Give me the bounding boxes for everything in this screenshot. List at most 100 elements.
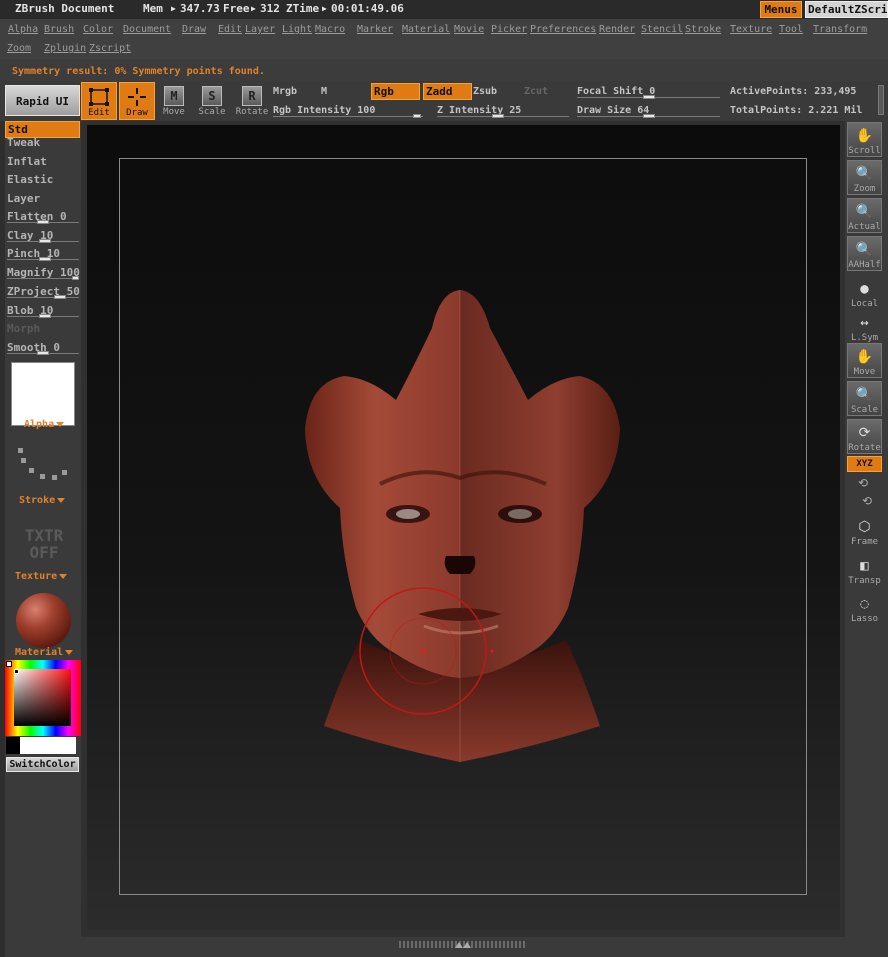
menu-zoom[interactable]: Zoom [7,43,31,54]
smooth-knob[interactable] [37,351,49,355]
brush-layer[interactable]: Layer [7,192,40,205]
rapid-ui-button[interactable]: Rapid UI [5,85,80,116]
hue-cursor[interactable] [6,661,12,667]
menu-marker[interactable]: Marker [357,24,393,35]
focal-shift-knob[interactable] [643,95,655,99]
frame-button[interactable]: ⬡ Frame [847,514,882,549]
menu-transform[interactable]: Transform [813,24,867,35]
zproject-track[interactable] [7,297,79,298]
primary-color-swatch[interactable] [20,737,76,754]
zoom-button[interactable]: 🔍 Zoom [847,160,882,195]
magnify-track[interactable] [7,278,79,279]
bottom-tray[interactable] [81,937,845,957]
menu-stencil[interactable]: Stencil [641,24,683,35]
local-button[interactable]: ● Local [847,276,882,311]
magnify-knob[interactable] [72,276,79,280]
menu-stroke[interactable]: Stroke [685,24,721,35]
blob-knob[interactable] [39,314,51,318]
rgb-intensity-track[interactable] [273,116,423,117]
scale-view-button[interactable]: 🔍 Scale [847,381,882,416]
edit-button[interactable]: Edit [81,82,117,120]
menu-zplugin[interactable]: Zplugin [44,43,86,54]
menu-document[interactable]: Document [123,24,171,35]
z-rotation-icon[interactable]: ⟲ [862,494,872,508]
zcut-button[interactable]: Zcut [524,86,548,97]
brush-inflat[interactable]: Inflat [7,155,47,168]
scale-button[interactable]: S Scale [194,82,230,120]
z-intensity-knob[interactable] [492,114,504,118]
actual-button[interactable]: 🔍 Actual [847,198,882,233]
chevron-up-icon[interactable] [453,940,473,949]
alpha-picker[interactable]: Alpha [24,419,65,430]
clay-knob[interactable] [39,239,51,243]
pinch-knob[interactable] [39,257,51,261]
menu-color[interactable]: Color [83,24,113,35]
move-view-button[interactable]: ✋ Move [847,343,882,378]
zsub-button[interactable]: Zsub [473,86,497,97]
transp-button[interactable]: ◧ Transp [847,553,882,588]
move-button[interactable]: M Move [156,82,192,120]
z-intensity-slider[interactable]: Z Intensity 25 [437,105,521,116]
stroke-dot [29,468,34,473]
zadd-button[interactable]: Zadd [423,83,472,100]
rotate-view-button[interactable]: ⟳ Rotate [847,419,882,454]
menu-alpha[interactable]: Alpha [8,24,38,35]
sculpt-model[interactable] [300,288,625,768]
color-cursor[interactable] [14,669,19,674]
menu-layer[interactable]: Layer [245,24,275,35]
material-sphere[interactable] [16,593,71,648]
menu-texture[interactable]: Texture [730,24,772,35]
brush-morph[interactable]: Morph [7,322,40,335]
rgb-intensity-knob[interactable] [413,114,421,118]
move-label: Move [163,107,185,117]
menu-light[interactable]: Light [282,24,312,35]
left-tray-edge[interactable] [0,121,5,957]
menu-render[interactable]: Render [599,24,635,35]
menu-tool[interactable]: Tool [779,24,803,35]
rotate-view-label: Rotate [848,443,881,453]
texture-off-thumbnail[interactable]: TXTR OFF [18,527,70,561]
menu-draw[interactable]: Draw [182,24,206,35]
menu-movie[interactable]: Movie [454,24,484,35]
menus-button[interactable]: Menus [760,1,802,18]
menu-macro[interactable]: Macro [315,24,345,35]
rotate-button[interactable]: R Rotate [234,82,270,120]
right-shelf-scrollbar[interactable] [878,85,884,115]
xyz-rotation-button[interactable]: XYZ [847,456,882,472]
lasso-button[interactable]: ◌ Lasso [847,591,882,626]
alpha-swatch[interactable] [11,362,75,426]
lsym-button[interactable]: ↔ L.Sym [847,310,882,345]
menu-zscript[interactable]: Zscript [89,43,131,54]
switch-color-button[interactable]: SwitchColor [6,757,79,772]
stroke-picker[interactable]: Stroke [19,495,66,506]
menu-material[interactable]: Material [402,24,450,35]
draw-size-slider[interactable]: Draw Size 64 [577,105,649,116]
secondary-color-swatch[interactable] [6,737,20,754]
draw-button[interactable]: Draw [119,82,155,120]
menu-picker[interactable]: Picker [491,24,527,35]
menu-preferences[interactable]: Preferences [530,24,596,35]
material-picker[interactable]: Material [15,647,74,658]
aahalf-button[interactable]: 🔍 AAHalf [847,236,882,271]
draw-size-knob[interactable] [643,114,655,118]
y-rotation-icon[interactable]: ⟲ [858,476,868,490]
color-saturation-square[interactable] [14,669,71,726]
mrgb-button[interactable]: Mrgb [273,86,297,97]
zproject-knob[interactable] [54,295,66,299]
brush-tweak[interactable]: Tweak [7,136,40,149]
rotate-icon: ⟳ [858,425,871,441]
brush-elastic[interactable]: Elastic [7,173,53,186]
menu-edit[interactable]: Edit [218,24,242,35]
m-button[interactable]: M [321,86,327,97]
menu-brush[interactable]: Brush [44,24,74,35]
scroll-button[interactable]: ✋ Scroll [847,122,882,157]
texture-picker[interactable]: Texture [15,571,68,582]
stroke-preview[interactable] [10,440,76,490]
chevron-down-icon [56,421,65,427]
default-zscript-button[interactable]: DefaultZScript [805,1,888,18]
rgb-button[interactable]: Rgb [371,83,420,100]
move-icon: M [164,86,184,106]
rotate-label: Rotate [235,107,269,117]
flatten-knob[interactable] [37,220,49,224]
rgb-intensity-slider[interactable]: Rgb Intensity 100 [273,105,375,116]
